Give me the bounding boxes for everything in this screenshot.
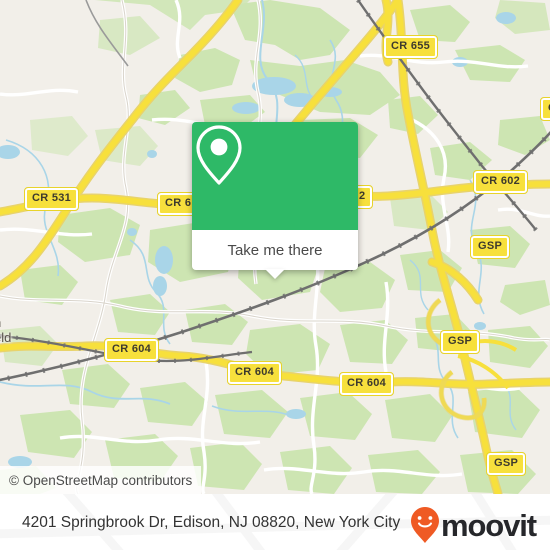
shield-cr-604-east[interactable]: CR 604 xyxy=(338,372,395,396)
osm-attribution[interactable]: © OpenStreetMap contributors xyxy=(0,466,202,494)
place-label-line2: eld xyxy=(0,330,12,345)
shield-cr-531[interactable]: CR 531 xyxy=(23,187,80,211)
moovit-logo[interactable]: moovit xyxy=(410,506,537,544)
popup-pointer-tail xyxy=(265,269,285,279)
shield-cr-655[interactable]: CR 655 xyxy=(382,35,439,59)
take-me-there-button[interactable]: Take me there xyxy=(192,230,358,279)
shield-gsp-mid[interactable]: GSP xyxy=(439,330,481,354)
footer-address: 4201 Springbrook Dr, Edison, NJ 08820, N… xyxy=(22,513,401,531)
shield-gsp-upper[interactable]: GSP xyxy=(469,235,511,259)
shield-cr-602-clipped-right[interactable]: C xyxy=(539,97,550,121)
place-label-line1: n xyxy=(0,315,11,330)
map-canvas[interactable]: CR 655 C CR 531 CR 6 2 CR 602 GSP CR 604… xyxy=(0,0,550,494)
moovit-wordmark: moovit xyxy=(440,507,537,543)
footer-bar: 4201 Springbrook Dr, Edison, NJ 08820, N… xyxy=(0,494,550,550)
shield-cr-604-west[interactable]: CR 604 xyxy=(103,338,160,362)
shield-cr-604-center[interactable]: CR 604 xyxy=(226,361,283,385)
moovit-smiley-pin-icon xyxy=(410,507,439,543)
destination-popup-card[interactable]: Take me there xyxy=(192,122,358,279)
location-pin-icon xyxy=(196,125,242,185)
osm-attribution-text: © OpenStreetMap contributors xyxy=(9,472,193,488)
take-me-there-label: Take me there xyxy=(227,241,323,259)
place-label-plainfield: n eld xyxy=(0,315,11,345)
moovit-map-screen: CR 655 C CR 531 CR 6 2 CR 602 GSP CR 604… xyxy=(0,0,550,550)
shield-cr-602[interactable]: CR 602 xyxy=(472,170,529,194)
popup-icon-area xyxy=(192,122,358,230)
shield-gsp-lower[interactable]: GSP xyxy=(485,452,527,476)
